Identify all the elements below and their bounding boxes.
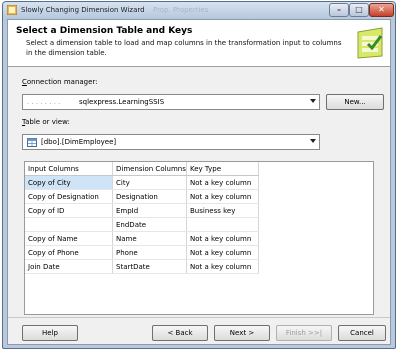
new-connection-button[interactable]: New... xyxy=(326,94,384,110)
app-icon xyxy=(7,5,17,15)
table-or-view-dropdown[interactable]: [dbo].[DimEmployee] xyxy=(22,134,320,150)
column-header-key-type[interactable]: Key Type xyxy=(186,162,259,176)
dimension-column-cell: EndDate xyxy=(112,217,187,232)
input-column-cell[interactable]: Copy of Name xyxy=(25,231,113,246)
help-button[interactable]: Help xyxy=(22,325,78,341)
table-row[interactable]: Copy of ID EmpId Business key xyxy=(25,203,259,218)
table-row[interactable]: Copy of Designation Designation Not a ke… xyxy=(25,189,259,204)
wizard-body: Select a Dimension Table and Keys Select… xyxy=(7,19,391,345)
finish-button[interactable]: Finish >>| xyxy=(276,325,332,341)
cancel-button[interactable]: Cancel xyxy=(338,325,386,341)
dimension-column-cell: StartDate xyxy=(112,259,187,274)
wizard-graphic-icon xyxy=(357,27,383,59)
input-column-cell[interactable]: Copy of Designation xyxy=(25,189,113,204)
table-row[interactable]: EndDate xyxy=(25,217,259,232)
key-type-cell[interactable]: Not a key column xyxy=(186,259,259,274)
input-column-cell[interactable] xyxy=(25,217,113,232)
column-header-dimension[interactable]: Dimension Columns xyxy=(112,162,187,176)
dimension-column-cell: EmpId xyxy=(112,203,187,218)
chevron-down-icon[interactable] xyxy=(310,99,316,103)
input-column-cell[interactable]: Copy of ID xyxy=(25,203,113,218)
page-description: Select a dimension table to load and map… xyxy=(26,39,342,57)
grid-header-row: Input Columns Dimension Columns Key Type xyxy=(25,162,259,176)
input-column-cell[interactable]: Copy of Phone xyxy=(25,245,113,260)
input-column-cell[interactable]: Join Date xyxy=(25,259,113,274)
chevron-down-icon[interactable] xyxy=(310,139,316,143)
maximize-icon: □ xyxy=(355,5,363,14)
column-header-input[interactable]: Input Columns xyxy=(25,162,113,176)
close-icon: ✕ xyxy=(378,5,385,14)
input-column-cell[interactable]: Copy of City xyxy=(25,175,113,190)
table-row[interactable]: Copy of City City Not a key column xyxy=(25,175,259,190)
page-title: Select a Dimension Table and Keys xyxy=(16,26,193,36)
dimension-column-cell: Name xyxy=(112,231,187,246)
connection-server-masked: . . . . . . . . xyxy=(27,98,61,106)
key-type-cell[interactable]: Not a key column xyxy=(186,231,259,246)
footer-divider xyxy=(8,317,390,318)
connection-manager-label: Connection manager: xyxy=(22,78,98,86)
back-button[interactable]: < Back xyxy=(152,325,208,341)
connection-manager-dropdown[interactable]: . . . . . . . . sqlexpress.LearningSSIS xyxy=(22,94,320,110)
wizard-window: Slowly Changing Dimension Wizard Prop. P… xyxy=(2,1,396,349)
key-type-cell[interactable]: Not a key column xyxy=(186,189,259,204)
close-button[interactable]: ✕ xyxy=(369,3,394,17)
table-row[interactable]: Copy of Phone Phone Not a key column xyxy=(25,245,259,260)
key-mapping-grid: Input Columns Dimension Columns Key Type… xyxy=(24,161,374,315)
key-type-cell[interactable]: Not a key column xyxy=(186,245,259,260)
table-row[interactable]: Join Date StartDate Not a key column xyxy=(25,259,259,274)
table-icon xyxy=(27,138,37,147)
dimension-column-cell: City xyxy=(112,175,187,190)
dimension-column-cell: Phone xyxy=(112,245,187,260)
dimension-column-cell: Designation xyxy=(112,189,187,204)
table-row[interactable]: Copy of Name Name Not a key column xyxy=(25,231,259,246)
connection-manager-value: sqlexpress.LearningSSIS xyxy=(79,98,165,106)
key-type-cell[interactable]: Business key xyxy=(186,203,259,218)
wizard-header: Select a Dimension Table and Keys Select… xyxy=(8,20,390,67)
title-bar[interactable]: Slowly Changing Dimension Wizard Prop. P… xyxy=(3,2,395,19)
minimize-button[interactable]: – xyxy=(329,3,349,17)
key-type-cell[interactable]: Not a key column xyxy=(186,175,259,190)
maximize-button[interactable]: □ xyxy=(349,3,369,17)
table-or-view-label: Table or view: xyxy=(22,118,70,126)
minimize-icon: – xyxy=(337,5,341,14)
table-or-view-value: [dbo].[DimEmployee] xyxy=(41,138,117,146)
next-button[interactable]: Next > xyxy=(214,325,270,341)
window-title: Slowly Changing Dimension Wizard xyxy=(21,6,145,14)
background-window-text: Prop. Properties xyxy=(153,6,209,14)
key-type-cell[interactable] xyxy=(186,217,259,232)
